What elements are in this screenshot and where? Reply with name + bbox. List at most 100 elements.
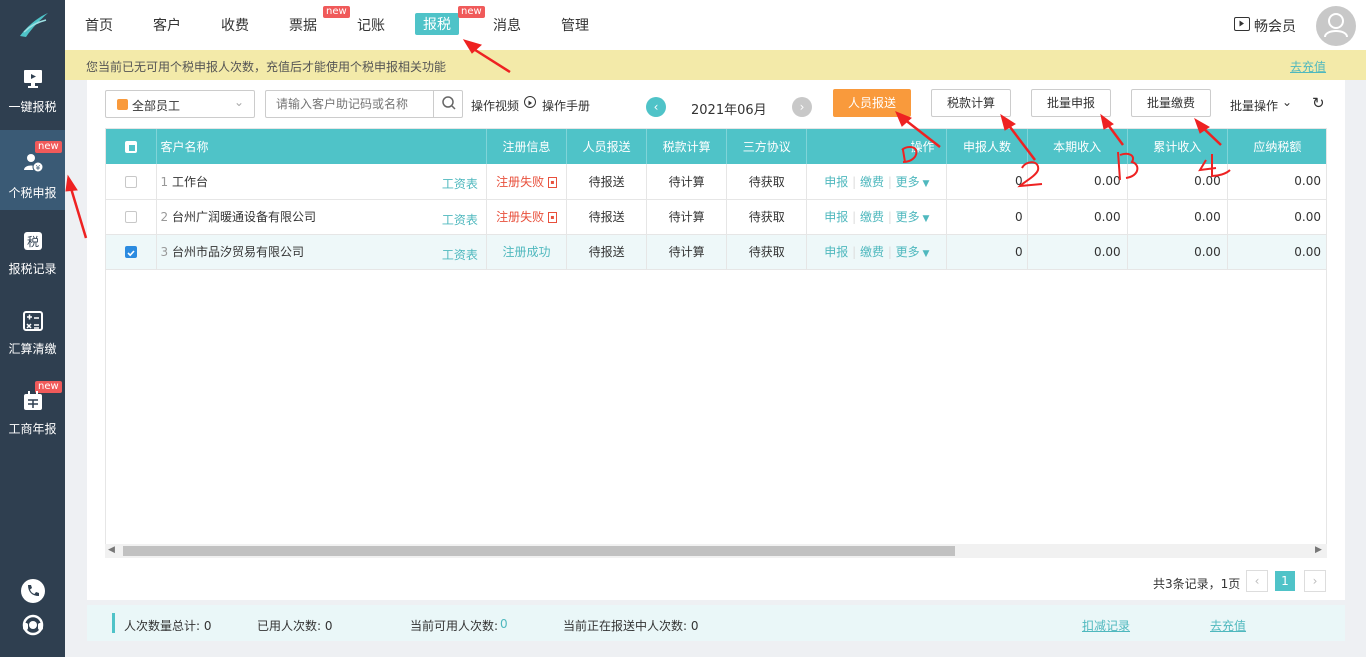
registration-cell: 注册失败 ▪ — [486, 199, 568, 235]
sidebar-item-tax-records[interactable]: 税 报税记录 — [0, 230, 65, 310]
total-count: 人次数量总计: 0 — [124, 619, 212, 633]
calc-status: 待计算 — [646, 234, 728, 270]
agreement-status: 待获取 — [726, 234, 808, 270]
customer-name[interactable]: 台州广润暖通设备有限公司 — [172, 210, 316, 224]
table-row[interactable]: 1 工作台 工资表 注册失败 ▪ 待报送 待计算 待获取 申报 | 缴费 | 更多 ▼ 0 0.… — [106, 164, 1326, 200]
nav-billing[interactable]: 收费 — [221, 15, 249, 35]
batch-pay-button[interactable]: 批量缴费 — [1131, 89, 1211, 117]
scroll-right-icon[interactable]: ▶ — [1315, 545, 1322, 555]
prev-page-button[interactable]: ‹ — [1246, 570, 1268, 592]
logo-icon — [19, 13, 48, 37]
batch-declare-button[interactable]: 批量申报 — [1031, 89, 1111, 117]
report-status: 待报送 — [566, 164, 648, 200]
next-month-button[interactable]: › — [792, 97, 812, 117]
period-income: 0.00 — [1027, 234, 1128, 270]
play-circle-icon — [524, 96, 536, 108]
refresh-icon[interactable]: ↻ — [1312, 94, 1325, 112]
nav-messages[interactable]: 消息 — [493, 15, 521, 35]
registration-status[interactable]: 注册失败 — [496, 175, 544, 189]
table-row[interactable]: 3 台州市品汐贸易有限公司 工资表 注册成功 待报送 待计算 待获取 申报 | 缴费 | 更… — [106, 234, 1326, 270]
pay-link[interactable]: 缴费 — [860, 245, 884, 259]
list-icon — [117, 99, 128, 110]
member-link[interactable]: 畅会员 — [1254, 16, 1296, 36]
used-count: 已用人次数: 0 — [257, 619, 333, 633]
col-header: 操作 — [806, 129, 948, 164]
scroll-left-icon[interactable]: ◀ — [108, 545, 115, 555]
batch-ops-dropdown[interactable]: 批量操作 — [1230, 97, 1278, 114]
col-header: 三方协议 — [726, 129, 808, 164]
row-select-cell — [106, 199, 157, 235]
video-link[interactable]: 操作视频 — [471, 97, 519, 114]
personnel-report-button[interactable]: 人员报送 — [833, 89, 911, 117]
operations-cell: 申报 | 缴费 | 更多 ▼ — [806, 199, 948, 235]
more-dropdown[interactable]: 更多 — [896, 245, 920, 259]
more-dropdown[interactable]: 更多 — [896, 175, 920, 189]
prev-month-button[interactable]: ‹ — [646, 97, 666, 117]
recharge-link[interactable]: 去充值 — [1290, 58, 1326, 75]
nav-customers[interactable]: 客户 — [153, 15, 181, 35]
declare-link[interactable]: 申报 — [824, 210, 848, 224]
data-table: 客户名称 注册信息 人员报送 税款计算 三方协议 操作 申报人数 本期收入 累计… — [105, 128, 1327, 558]
page-number-button[interactable]: 1 — [1275, 571, 1295, 591]
search-box — [265, 90, 463, 118]
filter-value: 全部员工 — [132, 99, 181, 113]
salary-sheet-link[interactable]: 工资表 — [442, 211, 478, 228]
sidebar-item-personal-tax[interactable]: new ¥ 个税申报 — [0, 130, 65, 210]
table-header-row: 客户名称 注册信息 人员报送 税款计算 三方协议 操作 申报人数 本期收入 累计… — [106, 129, 1326, 164]
nav-tax-filing[interactable]: 报税 — [415, 13, 459, 35]
search-icon[interactable] — [433, 91, 463, 117]
sidebar-item-settlement[interactable]: 汇算清缴 — [0, 310, 65, 390]
quota-bar: 人次数量总计: 0 已用人次数: 0 当前可用人次数: 0 当前正在报送中人次数… — [87, 605, 1345, 641]
report-status: 待报送 — [566, 199, 648, 235]
support-icon[interactable] — [20, 612, 46, 638]
tax-payable: 0.00 — [1227, 164, 1326, 200]
deduction-records-link[interactable]: 扣减记录 — [1082, 617, 1130, 634]
top-nav: 首页 客户 收费 票据 new 记账 报税 new 消息 管理 畅会员 — [65, 0, 1366, 50]
sidebar: 一键报税 new ¥ 个税申报 税 报税记录 汇算清缴 new 工商年报 — [0, 0, 65, 657]
declare-link[interactable]: 申报 — [824, 245, 848, 259]
scrollbar-thumb[interactable] — [123, 546, 955, 556]
salary-sheet-link[interactable]: 工资表 — [442, 246, 478, 263]
col-header: 本期收入 — [1027, 129, 1128, 164]
customer-name[interactable]: 台州市品汐贸易有限公司 — [172, 245, 304, 259]
salary-sheet-link[interactable]: 工资表 — [442, 175, 478, 192]
recharge-link[interactable]: 去充值 — [1210, 617, 1246, 634]
pdf-icon[interactable]: ▪ — [547, 176, 557, 188]
manual-link[interactable]: 操作手册 — [542, 97, 590, 114]
customer-name[interactable]: 工作台 — [172, 175, 208, 189]
calendar-icon — [24, 391, 42, 410]
registration-status[interactable]: 注册失败 — [496, 210, 544, 224]
caret-down-icon: ▼ — [919, 214, 930, 224]
monitor-icon — [24, 70, 42, 88]
avatar[interactable] — [1316, 6, 1356, 46]
nav-bookkeeping[interactable]: 记账 — [357, 15, 385, 35]
select-all-checkbox[interactable] — [124, 141, 137, 153]
sidebar-item-label: 汇算清缴 — [8, 342, 57, 356]
row-checkbox[interactable] — [124, 246, 137, 258]
more-dropdown[interactable]: 更多 — [896, 210, 920, 224]
nav-invoices[interactable]: 票据 — [289, 15, 317, 35]
employee-filter-select[interactable]: 全部员工 ⌄ — [105, 90, 255, 118]
declare-link[interactable]: 申报 — [824, 175, 848, 189]
nav-admin[interactable]: 管理 — [561, 15, 589, 35]
sidebar-item-annual-report[interactable]: new 工商年报 — [0, 381, 65, 470]
phone-icon[interactable] — [21, 579, 45, 603]
horizontal-scrollbar[interactable]: ◀ ▶ — [105, 544, 1327, 558]
pdf-icon[interactable]: ▪ — [547, 212, 557, 223]
pay-link[interactable]: 缴费 — [860, 210, 884, 224]
app-logo[interactable] — [0, 0, 65, 50]
customer-name-cell: 3 台州市品汐贸易有限公司 工资表 — [156, 234, 487, 270]
calc-status: 待计算 — [646, 164, 728, 200]
bar-accent — [112, 613, 115, 633]
row-checkbox[interactable] — [124, 175, 137, 188]
nav-home[interactable]: 首页 — [85, 15, 113, 35]
row-checkbox[interactable] — [124, 211, 137, 223]
tax-calc-button[interactable]: 税款计算 — [931, 89, 1011, 117]
registration-status[interactable]: 注册成功 — [502, 245, 550, 259]
table-row[interactable]: 2 台州广润暖通设备有限公司 工资表 注册失败 ▪ 待报送 待计算 待获取 申报 | 缴费 … — [106, 199, 1326, 235]
pay-link[interactable]: 缴费 — [860, 175, 884, 189]
agreement-status: 待获取 — [726, 164, 808, 200]
search-input[interactable] — [266, 91, 432, 117]
select-all-cell — [106, 129, 157, 164]
next-page-button[interactable]: › — [1304, 570, 1326, 592]
